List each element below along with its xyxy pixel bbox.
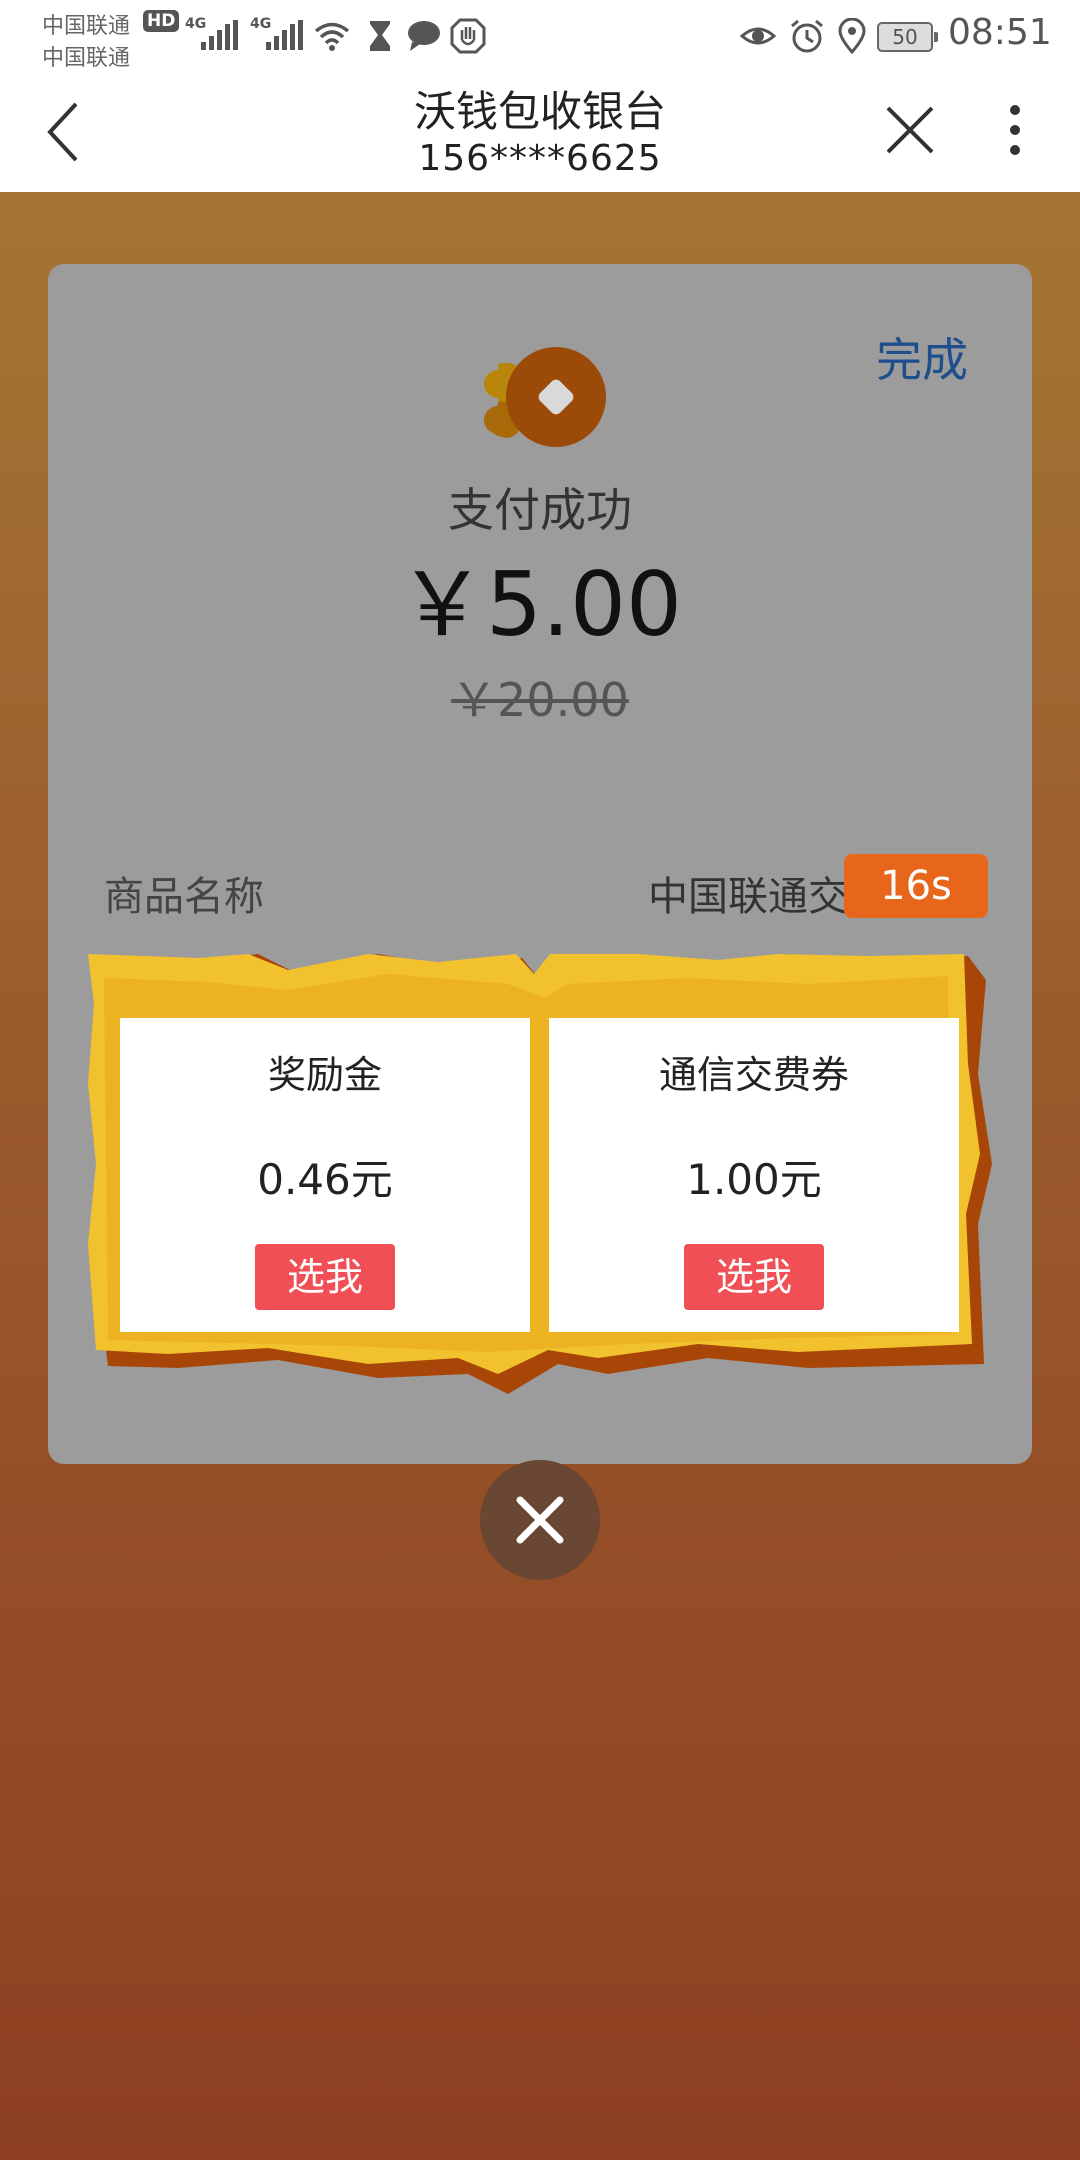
more-options-icon[interactable]	[1000, 100, 1030, 160]
battery-indicator: 50	[877, 22, 938, 52]
offer-value: 1.00元	[686, 1155, 822, 1204]
wifi-icon	[314, 22, 350, 51]
payment-status: 支付成功	[448, 483, 632, 537]
dismiss-popup-button[interactable]	[480, 1460, 600, 1580]
offer-card-bonus: 奖励金 0.46元 选我	[120, 1018, 530, 1332]
alarm-icon	[791, 19, 823, 53]
carrier-2-label: 中国联通	[42, 46, 131, 71]
hd-badge: HD	[143, 10, 180, 32]
product-name-label: 商品名称	[104, 874, 264, 920]
paid-amount: ￥5.00	[398, 553, 682, 656]
offer-name: 奖励金	[267, 1053, 382, 1097]
offer-value: 0.46元	[257, 1155, 393, 1204]
eye-icon	[740, 27, 776, 45]
reward-popup: 奖励金 0.46元 选我 通信交费券 1.00元 选我	[88, 954, 992, 1394]
status-time: 08:51	[948, 12, 1052, 53]
hand-stop-icon	[450, 18, 486, 54]
done-button[interactable]: 完成	[876, 324, 968, 390]
offer-card-telecom-voucher: 通信交费券 1.00元 选我	[549, 1018, 959, 1332]
product-name-value: 中国联通交	[648, 874, 848, 920]
select-voucher-button[interactable]: 选我	[684, 1244, 824, 1310]
countdown-badge: 16s	[844, 854, 988, 918]
offer-name: 通信交费券	[658, 1053, 849, 1097]
wallet-logo-icon	[484, 347, 606, 447]
select-bonus-button[interactable]: 选我	[255, 1244, 395, 1310]
hourglass-icon	[370, 21, 390, 51]
original-amount: ￥20.00	[451, 673, 629, 727]
close-icon	[516, 1496, 564, 1544]
close-icon[interactable]	[880, 100, 940, 160]
carrier-1-label: 中国联通	[42, 14, 131, 39]
location-icon	[838, 18, 866, 54]
message-icon	[408, 21, 440, 51]
status-bar: 中国联通 中国联通 HD 4G 4G 50 08:51	[0, 0, 1080, 71]
title-bar: 沃钱包收银台 156****6625	[0, 70, 1080, 192]
